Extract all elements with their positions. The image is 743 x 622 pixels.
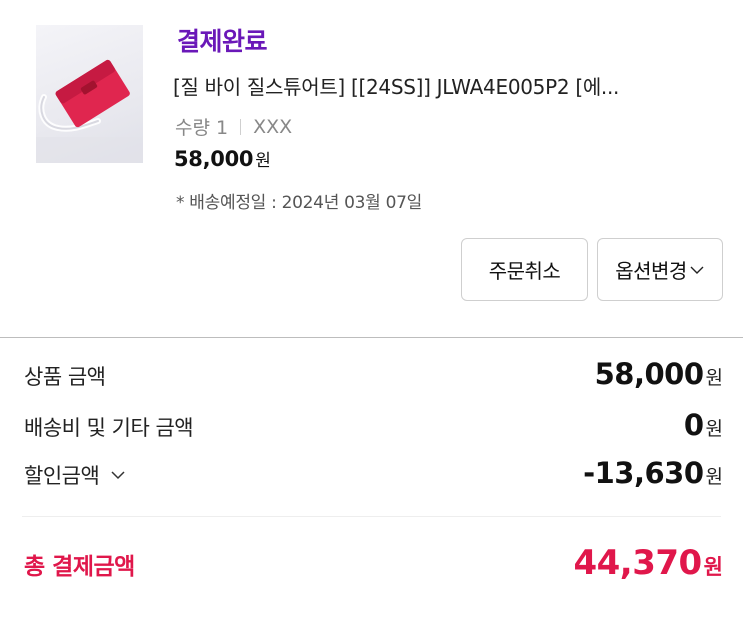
- summary-amount: 58,000: [594, 357, 704, 391]
- cancel-order-button[interactable]: 주문취소: [461, 238, 588, 301]
- quantity-label: 수량 1: [175, 117, 229, 139]
- order-status: 결제완료: [177, 27, 268, 56]
- summary-amount: 0: [683, 408, 704, 442]
- product-thumbnail[interactable]: [36, 25, 143, 163]
- chevron-down-icon: [690, 266, 704, 274]
- chevron-down-icon: [109, 466, 127, 484]
- product-thumbnail-red-wallet-icon: [36, 59, 143, 163]
- total-payment-row: 총 결제금액 44,370원: [24, 543, 723, 583]
- product-price: 58,000 원: [174, 146, 271, 171]
- total-value: 44,370원: [573, 543, 723, 583]
- total-unit: 원: [703, 555, 723, 579]
- summary-divider: [22, 516, 721, 517]
- summary-value: 58,000 원: [595, 357, 723, 391]
- shipping-estimate: * 배송예정일 : 2024년 03월 07일: [176, 193, 422, 213]
- change-option-label: 옵션변경: [615, 259, 687, 283]
- summary-value: 0원: [684, 408, 723, 442]
- separator: [240, 118, 242, 135]
- summary-row-product-amount: 상품 금액 58,000 원: [24, 357, 723, 391]
- option-value: XXX: [253, 115, 293, 138]
- section-divider: [0, 337, 743, 338]
- summary-amount: -13,630: [583, 456, 704, 490]
- summary-unit: 원: [705, 418, 723, 440]
- summary-row-discount[interactable]: 할인금액 -13,630 원: [24, 456, 723, 490]
- summary-unit: 원: [705, 466, 723, 488]
- summary-label: 상품 금액: [24, 365, 106, 389]
- discount-toggle[interactable]: 할인금액: [24, 460, 127, 490]
- price-value: 58,000: [174, 147, 254, 171]
- order-item: 결제완료 [질 바이 질스튜어트] [[24SS]] JLWA4E005P2 […: [0, 0, 743, 336]
- summary-row-shipping: 배송비 및 기타 금액 0원: [24, 408, 723, 442]
- total-label: 총 결제금액: [24, 554, 135, 580]
- summary-value: -13,630 원: [583, 456, 723, 490]
- summary-label: 할인금액: [24, 464, 100, 488]
- summary-unit: 원: [705, 367, 723, 389]
- change-option-button[interactable]: 옵션변경: [597, 238, 723, 301]
- summary-label: 배송비 및 기타 금액: [24, 416, 194, 440]
- total-amount: 44,370: [573, 543, 702, 583]
- product-name[interactable]: [질 바이 질스튜어트] [[24SS]] JLWA4E005P2 [에...: [173, 71, 619, 100]
- price-unit: 원: [255, 151, 271, 171]
- cancel-order-label: 주문취소: [488, 259, 561, 283]
- quantity-option-row: 수량 1 XXX: [175, 113, 292, 140]
